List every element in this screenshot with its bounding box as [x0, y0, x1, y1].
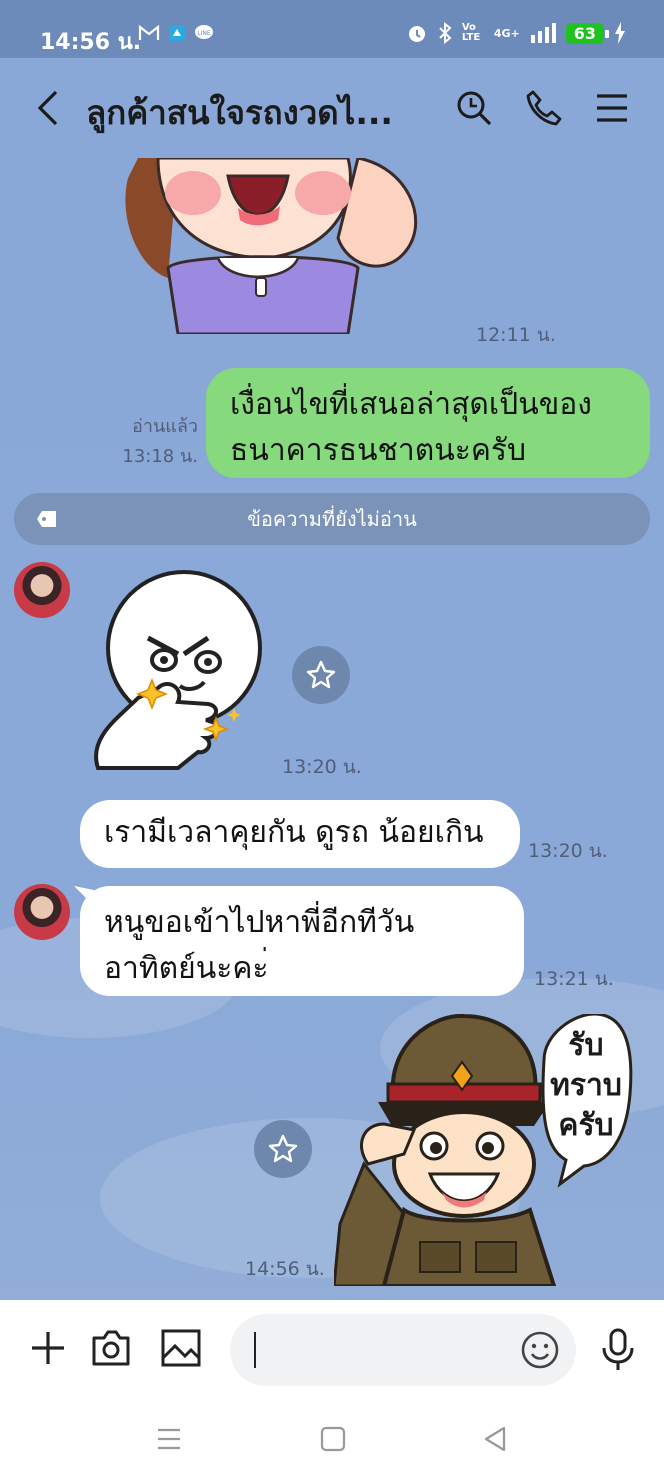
back-icon[interactable] [34, 88, 62, 128]
app-icon [169, 25, 185, 41]
star-icon [306, 660, 336, 689]
recent-apps-icon[interactable] [156, 1424, 182, 1454]
message-input-bar [0, 1300, 664, 1400]
star-icon [268, 1134, 298, 1163]
read-receipt: อ่านแล้ว 13:18 น. [110, 412, 198, 472]
message-text: หนูขอเข้าไปหาพี่อีกทีวันอาทิตย์นะคะ่ [104, 905, 415, 986]
unread-divider: ข้อความที่ยังไม่อ่าน [14, 493, 650, 545]
notification-icons: LINE [138, 24, 214, 42]
read-label: อ่านแล้ว [132, 416, 198, 437]
message-time: 13:20 น. [282, 756, 362, 778]
status-bar: 14:56 น. LINE Vo LTE 4G+ 63 [0, 0, 664, 58]
tag-icon [37, 511, 56, 527]
message-time: 13:18 น. [122, 446, 198, 467]
home-icon[interactable] [320, 1424, 346, 1454]
plus-icon[interactable] [28, 1328, 68, 1368]
menu-icon[interactable] [594, 88, 630, 128]
incoming-message-bubble[interactable]: เรามีเวลาคุยกัน ดูรถ น้อยเกิน [80, 800, 520, 868]
message-text: เงื่อนไขที่เสนอล่าสุดเป็นของธนาคารธนชาตน… [230, 387, 592, 468]
sticker-thumbs-up[interactable] [88, 568, 268, 780]
system-nav-bar [0, 1400, 664, 1480]
bluetooth-icon [439, 22, 452, 44]
image-icon[interactable] [160, 1328, 202, 1368]
text-cursor [254, 1332, 256, 1368]
svg-text:LINE: LINE [197, 30, 211, 37]
status-time: 14:56 น. [40, 30, 142, 55]
outgoing-message-bubble[interactable]: เงื่อนไขที่เสนอล่าสุดเป็นของธนาคารธนชาตน… [206, 368, 650, 478]
sticker-speech-text: รับ ทราบ ครับ [540, 1026, 632, 1146]
message-text: เรามีเวลาคุยกัน ดูรถ น้อยเกิน [104, 815, 484, 850]
battery-indicator: 63 [565, 22, 610, 44]
message-time: 13:20 น. [528, 840, 608, 862]
charging-icon [615, 22, 625, 44]
emoji-icon[interactable] [520, 1330, 560, 1370]
chat-area[interactable]: 12:11 น. อ่านแล้ว 13:18 น. เงื่อนไขที่เส… [0, 158, 664, 1300]
sticker-text: รับ ทราบ ครับ [550, 1028, 622, 1143]
chat-header: ลูกค้าสนใจรถงวดไ... [0, 58, 664, 158]
camera-icon[interactable] [90, 1328, 132, 1368]
mic-icon[interactable] [598, 1328, 638, 1372]
incoming-message-bubble[interactable]: หนูขอเข้าไปหาพี่อีกทีวันอาทิตย์นะคะ่ [80, 886, 524, 996]
signal-icon [530, 23, 556, 43]
message-input[interactable] [230, 1314, 576, 1386]
message-time: 14:56 น. [245, 1258, 325, 1280]
phone-icon[interactable] [524, 88, 564, 128]
message-time: 13:21 น. [534, 968, 614, 990]
avatar[interactable] [14, 884, 70, 940]
alarm-icon [408, 26, 425, 42]
unread-divider-label: ข้อความที่ยังไม่อ่าน [247, 507, 417, 531]
nav-back-icon[interactable] [482, 1424, 508, 1454]
volte-indicator: Vo LTE [461, 22, 481, 43]
message-time: 12:11 น. [476, 324, 556, 346]
sticker-favorite-button[interactable] [254, 1120, 312, 1178]
gmail-icon [138, 24, 160, 40]
network-indicator: 4G+ [493, 26, 520, 40]
sticker-favorite-button[interactable] [292, 646, 350, 704]
line-app-icon: LINE [195, 25, 213, 39]
search-icon[interactable] [454, 88, 494, 128]
avatar[interactable] [14, 562, 70, 618]
sticker-girl[interactable] [108, 158, 428, 334]
system-icons: Vo LTE 4G+ 63 [406, 22, 626, 44]
chat-title[interactable]: ลูกค้าสนใจรถงวดไ... [86, 86, 406, 139]
